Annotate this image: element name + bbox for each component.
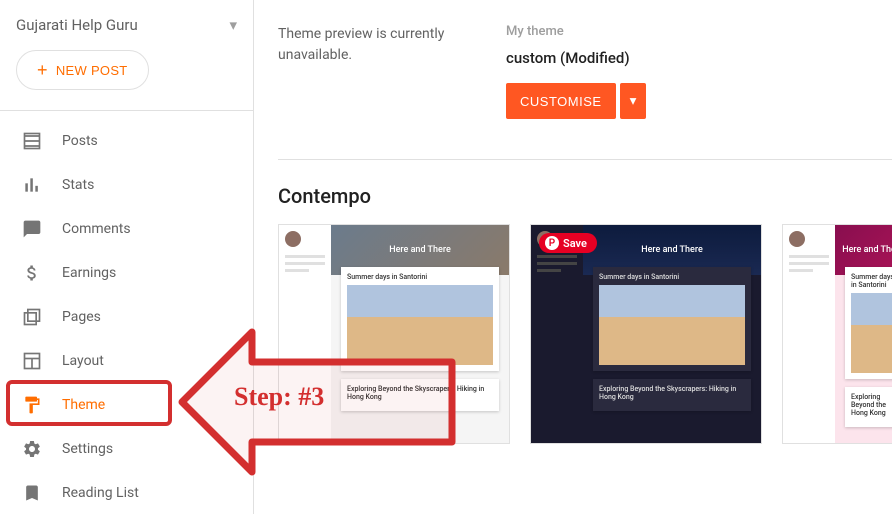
sidebar-item-earnings[interactable]: Earnings — [0, 251, 253, 295]
sidebar-item-comments[interactable]: Comments — [0, 207, 253, 251]
theme-section-title: Contempo — [278, 184, 892, 208]
comments-icon — [22, 219, 42, 239]
pin-save-label: Save — [563, 237, 587, 250]
theme-card[interactable]: P Save Here and There Summer days in San… — [530, 224, 762, 444]
theme-preview-post-title: Summer days in Santorini — [347, 273, 493, 281]
main-content: Theme preview is currently unavailable. … — [254, 0, 892, 514]
theme-icon — [22, 395, 42, 415]
pinterest-save-button[interactable]: P Save — [539, 233, 597, 253]
new-post-button[interactable]: + NEW POST — [16, 50, 149, 90]
blog-name: Gujarati Help Guru — [16, 16, 138, 34]
sidebar-item-pages[interactable]: Pages — [0, 295, 253, 339]
theme-preview-post-title: Exploring Beyond the Skyscrapers: Hiking… — [599, 385, 745, 401]
theme-card[interactable]: Here and There Summer days in Santorini … — [278, 224, 510, 444]
customise-dropdown-button[interactable]: ▾ — [620, 83, 647, 119]
theme-preview-post-title: Summer days in Santorini — [599, 273, 745, 281]
sidebar-item-layout[interactable]: Layout — [0, 339, 253, 383]
sidebar-item-label: Earnings — [62, 265, 116, 281]
gear-icon — [22, 439, 42, 459]
plus-icon: + — [37, 61, 48, 79]
theme-preview-post-title: Exploring Beyond the Hong Kong — [851, 393, 892, 417]
theme-gallery: Here and There Summer days in Santorini … — [278, 224, 892, 444]
chevron-down-icon: ▾ — [630, 93, 637, 108]
my-theme-label: My theme — [506, 24, 646, 39]
sidebar-item-label: Posts — [62, 133, 98, 149]
sidebar-item-reading-list[interactable]: Reading List — [0, 471, 253, 515]
customise-button[interactable]: CUSTOMISE — [506, 83, 616, 119]
my-theme-section: Theme preview is currently unavailable. … — [278, 24, 892, 160]
sidebar-item-label: Comments — [62, 221, 131, 237]
theme-card[interactable]: Here and There Summer days in Santorini … — [782, 224, 892, 444]
bookmark-icon — [22, 483, 42, 503]
sidebar-item-label: Layout — [62, 353, 104, 369]
sidebar-item-label: Reading List — [62, 485, 139, 501]
sidebar-item-label: Stats — [62, 177, 94, 193]
theme-preview-post-title: Summer days in Santorini — [851, 273, 892, 289]
blog-selector[interactable]: Gujarati Help Guru ▾ — [0, 8, 253, 50]
chevron-down-icon: ▾ — [229, 16, 237, 34]
pages-icon — [22, 307, 42, 327]
nav-list: Posts Stats Comments Earnings Pages Layo… — [0, 110, 253, 515]
sidebar-item-posts[interactable]: Posts — [0, 119, 253, 163]
new-post-label: NEW POST — [56, 63, 128, 78]
sidebar-item-settings[interactable]: Settings — [0, 427, 253, 471]
earnings-icon — [22, 263, 42, 283]
layout-icon — [22, 351, 42, 371]
stats-icon — [22, 175, 42, 195]
theme-preview-post-title: Exploring Beyond the Skyscrapers: Hiking… — [347, 385, 493, 401]
sidebar-item-label: Settings — [62, 441, 113, 457]
sidebar-item-theme[interactable]: Theme — [0, 383, 253, 427]
current-theme-name: custom (Modified) — [506, 49, 646, 67]
pinterest-icon: P — [545, 236, 559, 250]
sidebar-item-stats[interactable]: Stats — [0, 163, 253, 207]
posts-icon — [22, 131, 42, 151]
sidebar-item-label: Theme — [62, 397, 105, 413]
sidebar-item-label: Pages — [62, 309, 101, 325]
sidebar: Gujarati Help Guru ▾ + NEW POST Posts St… — [0, 0, 254, 514]
preview-unavailable-message: Theme preview is currently unavailable. — [278, 24, 458, 119]
